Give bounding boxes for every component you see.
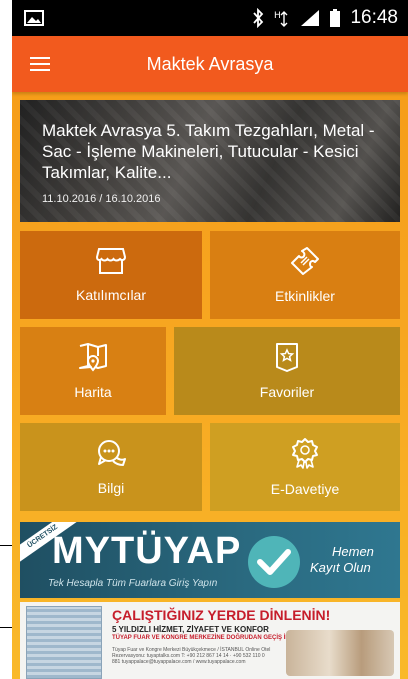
store-icon <box>96 248 126 274</box>
tile-label: Katılımcılar <box>75 287 146 303</box>
tile-map[interactable]: Harita <box>20 327 166 415</box>
tile-label: Favoriler <box>259 384 315 400</box>
hamburger-icon <box>30 57 50 71</box>
hotel-detail: TÜYAP FUAR VE KONGRE MERKEZİNE DOĞRUDAN … <box>112 635 306 641</box>
cta-line-2: Kayıt Olun <box>310 560 371 575</box>
data-icon: H <box>274 8 290 28</box>
tile-label: E-Davetiye <box>270 481 340 497</box>
svg-text:H: H <box>274 11 281 21</box>
bluetooth-icon <box>252 8 264 28</box>
status-bar: H 16:48 <box>12 0 408 36</box>
mytuyap-brand: MYTÜYAP <box>52 530 242 572</box>
tile-participants[interactable]: Katılımcılar <box>20 231 202 319</box>
menu-button[interactable] <box>12 36 68 92</box>
event-title: Maktek Avrasya 5. Takım Tezgahları, Meta… <box>42 121 375 182</box>
clock: 16:48 <box>350 7 398 28</box>
tile-favorites[interactable]: Favoriler <box>174 327 400 415</box>
event-hero-card[interactable]: Maktek Avrasya 5. Takım Tezgahları, Meta… <box>20 100 400 222</box>
check-icon <box>248 536 300 588</box>
hotel-headline: ÇALIŞTIĞINIZ YERDE DİNLENİN! <box>112 607 331 623</box>
ticket-icon <box>291 247 319 275</box>
tile-label: Etkinlikler <box>275 288 335 304</box>
hotel-building-image <box>26 606 102 679</box>
app-screen: H 16:48 Maktek Avrasya Maktek Avrasya 5.… <box>12 0 408 679</box>
register-cta: Hemen Kayıt Olun <box>310 544 374 576</box>
tile-label: Harita <box>74 384 112 400</box>
map-pin-icon <box>79 343 107 372</box>
chat-bubbles-icon <box>98 440 126 466</box>
app-bar: Maktek Avrasya <box>12 36 408 92</box>
app-title: Maktek Avrasya <box>146 53 274 74</box>
hotel-photos-image <box>286 630 394 676</box>
tile-info[interactable]: Bilgi <box>20 423 202 511</box>
bookmark-star-icon <box>276 343 298 372</box>
tile-events[interactable]: Etkinlikler <box>210 231 400 319</box>
battery-icon <box>330 9 341 27</box>
hotel-banner[interactable]: ÇALIŞTIĞINIZ YERDE DİNLENİN! 5 YILDIZLI … <box>20 602 400 679</box>
mytuyap-tagline: Tek Hesapla Tüm Fuarlara Giriş Yapın <box>48 578 218 589</box>
cta-line-1: Hemen <box>332 544 374 559</box>
tile-label: Bilgi <box>97 480 125 496</box>
hotel-contact: Tüyap Fuar ve Kongre Merkezi Büyükçekmec… <box>112 647 271 665</box>
event-dates: 11.10.2016 / 16.10.2016 <box>42 193 161 205</box>
mytuyap-banner[interactable]: ÜCRETSİZ MYTÜYAP Tek Hesapla Tüm Fuarlar… <box>20 522 400 598</box>
tile-e-invitation[interactable]: E-Davetiye <box>210 423 400 511</box>
badge-icon <box>292 438 318 469</box>
signal-icon <box>300 9 320 27</box>
hotel-subline: 5 YILDIZLI HİZMET, ZİYAFET VE KONFOR <box>112 625 269 634</box>
image-icon <box>24 10 44 26</box>
